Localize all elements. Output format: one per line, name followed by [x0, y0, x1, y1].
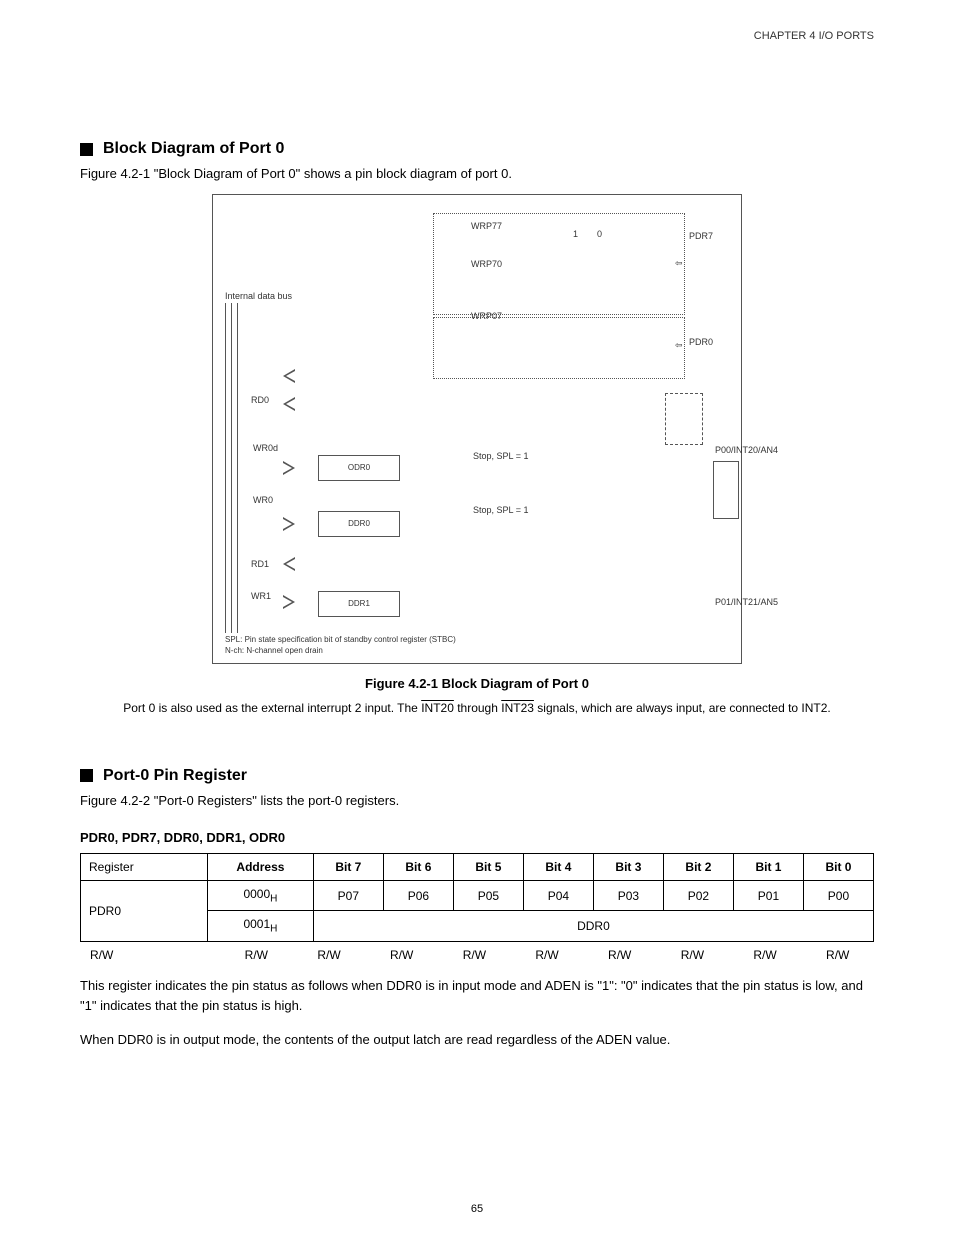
- cell-p01: P01: [733, 881, 803, 911]
- wr0d-label: WR0d: [253, 443, 278, 453]
- latch-0-label: 0: [597, 229, 602, 239]
- ddr1-box: DDR1: [318, 591, 400, 617]
- chapter-header: CHAPTER 4 I/O PORTS: [754, 30, 874, 42]
- cell-ddr0-span: DDR0: [313, 911, 873, 941]
- block-diagram: Internal data bus PDR7 WRP77 WRP70 PDR0 …: [212, 194, 742, 664]
- ddr0-box: DDR0: [318, 511, 400, 537]
- wrp70-label: WRP70: [471, 259, 502, 269]
- page: CHAPTER 4 I/O PORTS Block Diagram of Por…: [0, 0, 954, 1235]
- buffer-icon: [283, 595, 295, 609]
- cell-p07: P07: [313, 881, 383, 911]
- odr0-box: ODR0: [318, 455, 400, 481]
- figure-caption: Figure 4.2-1 Block Diagram of Port 0: [80, 676, 874, 691]
- th-bit0: Bit 0: [803, 854, 873, 881]
- cell-ddr0-addr: 0001H: [208, 911, 314, 941]
- table-label: PDR0, PDR7, DDR0, DDR1, ODR0: [80, 830, 874, 845]
- th-bit7: Bit 7: [313, 854, 383, 881]
- p00-pin-label: P00/INT20/AN4: [715, 445, 778, 455]
- stop-spl-label-2: Stop, SPL = 1: [473, 505, 528, 515]
- cell-p05: P05: [453, 881, 523, 911]
- cell-p02: P02: [663, 881, 733, 911]
- latch-1-label: 1: [573, 229, 578, 239]
- p01-pin-label: P01/INT21/AN5: [715, 597, 778, 607]
- cell-pdr0: PDR0: [81, 881, 208, 942]
- cell-p00: P00: [803, 881, 873, 911]
- buffer-icon: [283, 369, 295, 383]
- wrp07-label: WRP07: [471, 311, 502, 321]
- wrp77-label: WRP77: [471, 221, 502, 231]
- description-para-2: When DDR0 is in output mode, the content…: [80, 1030, 874, 1050]
- rw-row: R/W R/W R/W R/W R/W R/W R/W R/W R/W R/W: [80, 948, 874, 962]
- int23-overline: INT23: [501, 701, 534, 715]
- th-bit2: Bit 2: [663, 854, 733, 881]
- buffer-icon: [283, 397, 295, 411]
- pdr7-label: PDR7: [689, 231, 713, 241]
- pdr0-arrow-icon: ⇦: [675, 340, 683, 351]
- bus-label: Internal data bus: [225, 291, 292, 301]
- description-para-1: This register indicates the pin status a…: [80, 976, 874, 1016]
- cell-p03: P03: [593, 881, 663, 911]
- rw-values: R/W R/W R/W R/W R/W R/W R/W R/W R/W: [220, 948, 874, 962]
- int20-overline: INT20: [421, 701, 454, 715]
- th-bit3: Bit 3: [593, 854, 663, 881]
- th-bit1: Bit 1: [733, 854, 803, 881]
- rd0-label: RD0: [251, 395, 269, 405]
- section-block-diagram: Block Diagram of Port 0: [80, 140, 874, 158]
- th-bit5: Bit 5: [453, 854, 523, 881]
- wr1-label: WR1: [251, 591, 271, 601]
- cell-p06: P06: [383, 881, 453, 911]
- pdr0-label: PDR0: [689, 337, 713, 347]
- th-bit6: Bit 6: [383, 854, 453, 881]
- cell-pdr0-addr: 0000H: [208, 881, 314, 911]
- register-table: Register Address Bit 7 Bit 6 Bit 5 Bit 4…: [80, 853, 874, 942]
- section-pin-register: Port-0 Pin Register: [80, 767, 874, 785]
- rd1-label: RD1: [251, 559, 269, 569]
- page-number: 65: [0, 1203, 954, 1215]
- section-bullet-icon: [80, 143, 93, 156]
- wr0-label: WR0: [253, 495, 273, 505]
- section-title-2: Port-0 Pin Register: [103, 767, 247, 785]
- section-title: Block Diagram of Port 0: [103, 140, 284, 158]
- section-bullet-icon: [80, 769, 93, 782]
- pdr7-arrow-icon: ⇦: [675, 258, 683, 269]
- section-intro-text: Figure 4.2-1 "Block Diagram of Port 0" s…: [80, 164, 874, 184]
- cell-p04: P04: [523, 881, 593, 911]
- table-header-row: Register Address Bit 7 Bit 6 Bit 5 Bit 4…: [81, 854, 874, 881]
- stop-spl-label-1: Stop, SPL = 1: [473, 451, 528, 461]
- figure-note: Port 0 is also used as the external inte…: [80, 699, 874, 717]
- section2-intro-text: Figure 4.2-2 "Port-0 Registers" lists th…: [80, 791, 874, 811]
- buffer-icon: [283, 461, 295, 475]
- th-address: Address: [208, 854, 314, 881]
- table-row: PDR0 0000H P07 P06 P05 P04 P03 P02 P01 P…: [81, 881, 874, 911]
- internal-data-bus: [225, 303, 237, 633]
- th-bit4: Bit 4: [523, 854, 593, 881]
- figure-wrapper: Internal data bus PDR7 WRP77 WRP70 PDR0 …: [80, 194, 874, 664]
- pdr0-group: [433, 317, 685, 379]
- p00-pin-box: [713, 461, 739, 519]
- pullup-resistor-box: [665, 393, 703, 445]
- th-register: Register: [81, 854, 208, 881]
- rw-label: R/W: [80, 948, 220, 962]
- buffer-icon: [283, 517, 295, 531]
- diagram-footnote: SPL: Pin state specification bit of stan…: [225, 634, 456, 656]
- buffer-icon: [283, 557, 295, 571]
